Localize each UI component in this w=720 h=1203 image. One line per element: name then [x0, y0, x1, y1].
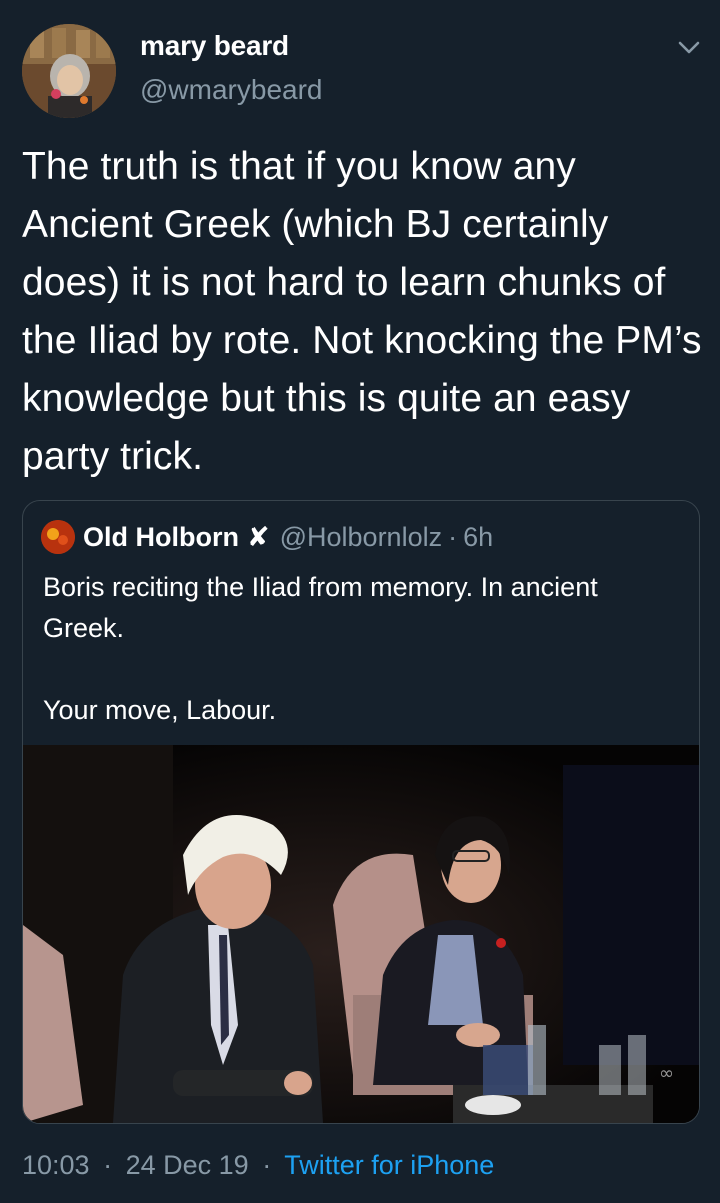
tweet-text: The truth is that if you know any Ancien…: [22, 145, 702, 478]
quoted-author-avatar-image: [41, 520, 75, 554]
footer-separator-1: ·: [103, 1150, 113, 1180]
author-handle[interactable]: @wmarybeard: [140, 74, 322, 106]
video-thumbnail-image: ∞: [23, 745, 699, 1123]
quoted-author-name[interactable]: Old Holborn: [83, 522, 239, 553]
quoted-tweet-age: 6h: [463, 521, 494, 552]
footer-separator-2: ·: [262, 1150, 272, 1180]
tweet-footer: 10:03 · 24 Dec 19 · Twitter for iPhone: [22, 1150, 494, 1181]
quoted-author-badge: ✘: [246, 521, 270, 552]
tweet-source-link[interactable]: Twitter for iPhone: [284, 1150, 494, 1180]
chevron-down-icon[interactable]: [676, 34, 702, 60]
quoted-tweet-card[interactable]: Old Holborn ✘ @Holbornlolz · 6h Boris re…: [22, 500, 700, 1124]
quoted-author-handle[interactable]: @Holbornlolz: [280, 522, 442, 553]
quoted-tweet-text: Boris reciting the Iliad from memory. In…: [43, 572, 598, 725]
quoted-meta-separator: ·: [448, 521, 458, 552]
tweet-date[interactable]: 24 Dec 19: [126, 1150, 249, 1180]
author-name[interactable]: mary beard: [140, 30, 289, 62]
svg-text:∞: ∞: [659, 1063, 674, 1084]
quoted-tweet-header: Old Holborn ✘ @Holbornlolz · 6h: [41, 517, 493, 557]
video-thumbnail[interactable]: ∞: [23, 745, 699, 1123]
tweet-time[interactable]: 10:03: [22, 1150, 90, 1180]
author-avatar-image: [22, 24, 116, 118]
author-avatar[interactable]: [22, 24, 116, 118]
quoted-author-avatar: [41, 520, 75, 554]
